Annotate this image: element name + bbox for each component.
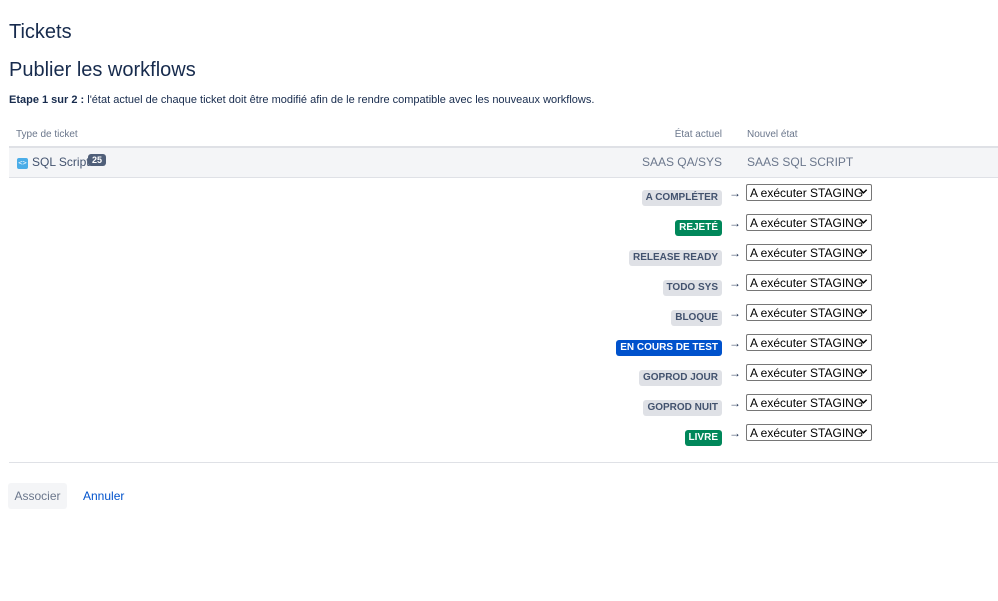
arrow-right-icon: → xyxy=(729,306,741,320)
status-lozenge: EN COURS DE TEST xyxy=(616,340,722,356)
status-mapping-row: GOPROD NUIT → A exécuter STAGING xyxy=(0,394,998,416)
target-status-select[interactable]: A exécuter STAGING xyxy=(746,244,872,261)
arrow-right-icon: → xyxy=(729,246,741,260)
chevron-down-icon xyxy=(859,429,868,434)
arrow-right-icon: → xyxy=(729,396,741,410)
target-status-value: A exécuter STAGING xyxy=(750,396,864,410)
associate-button[interactable]: Associer xyxy=(8,483,67,509)
cancel-link[interactable]: Annuler xyxy=(83,483,124,509)
status-mapping-row: TODO SYS → A exécuter STAGING xyxy=(0,274,998,296)
target-status-select[interactable]: A exécuter STAGING xyxy=(746,334,872,351)
current-workflow: SAAS QA/SYS xyxy=(641,155,722,169)
current-status-cell: BLOQUE xyxy=(671,307,722,326)
current-status-cell: EN COURS DE TEST xyxy=(616,337,722,356)
status-mapping-row: RELEASE READY → A exécuter STAGING xyxy=(0,244,998,266)
current-status-cell: TODO SYS xyxy=(662,277,722,296)
status-lozenge: GOPROD JOUR xyxy=(638,370,722,386)
arrow-right-icon: → xyxy=(729,336,741,350)
chevron-down-icon xyxy=(859,399,868,404)
table-header: Type de ticket État actuel Nouvel état xyxy=(9,126,998,148)
issue-type-label: SQL Script xyxy=(32,155,90,169)
target-status-select[interactable]: A exécuter STAGING xyxy=(746,394,872,411)
target-status-value: A exécuter STAGING xyxy=(750,306,864,320)
new-workflow: SAAS SQL SCRIPT xyxy=(747,155,854,169)
status-lozenge: REJETÉ xyxy=(675,220,722,236)
target-status-select[interactable]: A exécuter STAGING xyxy=(746,364,872,381)
current-status-cell: REJETÉ xyxy=(675,217,722,236)
page-title: Tickets xyxy=(9,21,72,43)
status-lozenge: A COMPLÉTER xyxy=(641,190,722,206)
column-header-current-status: État actuel xyxy=(674,129,722,140)
divider xyxy=(9,462,998,463)
target-status-value: A exécuter STAGING xyxy=(750,246,864,260)
target-status-value: A exécuter STAGING xyxy=(750,186,864,200)
target-status-select[interactable]: A exécuter STAGING xyxy=(746,184,872,201)
target-status-value: A exécuter STAGING xyxy=(750,216,864,230)
chevron-down-icon xyxy=(859,309,868,314)
arrow-right-icon: → xyxy=(729,216,741,230)
target-status-select[interactable]: A exécuter STAGING xyxy=(746,304,872,321)
current-status-cell: GOPROD JOUR xyxy=(638,367,722,386)
arrow-right-icon: → xyxy=(729,276,741,290)
status-mapping-row: REJETÉ → A exécuter STAGING xyxy=(0,214,998,236)
status-lozenge: LIVRE xyxy=(684,430,722,446)
intro-step: Etape 1 sur 2 : xyxy=(9,94,85,106)
column-header-type: Type de ticket xyxy=(16,129,78,140)
status-mapping-row: EN COURS DE TEST → A exécuter STAGING xyxy=(0,334,998,356)
current-status-cell: GOPROD NUIT xyxy=(643,397,722,416)
chevron-down-icon xyxy=(859,219,868,224)
target-status-value: A exécuter STAGING xyxy=(750,276,864,290)
chevron-down-icon xyxy=(859,339,868,344)
status-mapping-row: BLOQUE → A exécuter STAGING xyxy=(0,304,998,326)
current-status-cell: LIVRE xyxy=(684,427,722,446)
status-mapping-row: GOPROD JOUR → A exécuter STAGING xyxy=(0,364,998,386)
sql-script-icon: <> xyxy=(17,158,28,169)
table-row: <> SQL Script 25 SAAS QA/SYS SAAS SQL SC… xyxy=(9,148,998,178)
target-status-select[interactable]: A exécuter STAGING xyxy=(746,424,872,441)
status-lozenge: RELEASE READY xyxy=(628,250,722,266)
status-mapping-row: A COMPLÉTER → A exécuter STAGING xyxy=(0,184,998,206)
intro-text: Etape 1 sur 2 : l'état actuel de chaque … xyxy=(9,94,594,106)
target-status-value: A exécuter STAGING xyxy=(750,336,864,350)
status-lozenge: BLOQUE xyxy=(671,310,722,326)
arrow-right-icon: → xyxy=(729,186,741,200)
target-status-select[interactable]: A exécuter STAGING xyxy=(746,274,872,291)
status-lozenge: TODO SYS xyxy=(662,280,722,296)
column-header-new-status: Nouvel état xyxy=(747,129,798,140)
arrow-right-icon: → xyxy=(729,366,741,380)
target-status-value: A exécuter STAGING xyxy=(750,366,864,380)
target-status-select[interactable]: A exécuter STAGING xyxy=(746,214,872,231)
chevron-down-icon xyxy=(859,279,868,284)
section-title: Publier les workflows xyxy=(9,59,196,81)
chevron-down-icon xyxy=(859,189,868,194)
chevron-down-icon xyxy=(859,249,868,254)
current-status-cell: A COMPLÉTER xyxy=(641,187,722,206)
count-badge: 25 xyxy=(88,154,107,166)
intro-description: l'état actuel de chaque ticket doit être… xyxy=(84,94,595,106)
arrow-right-icon: → xyxy=(729,426,741,440)
current-status-cell: RELEASE READY xyxy=(628,247,722,266)
status-mapping-row: LIVRE → A exécuter STAGING xyxy=(0,424,998,446)
status-lozenge: GOPROD NUIT xyxy=(643,400,722,416)
chevron-down-icon xyxy=(859,369,868,374)
target-status-value: A exécuter STAGING xyxy=(750,426,864,440)
